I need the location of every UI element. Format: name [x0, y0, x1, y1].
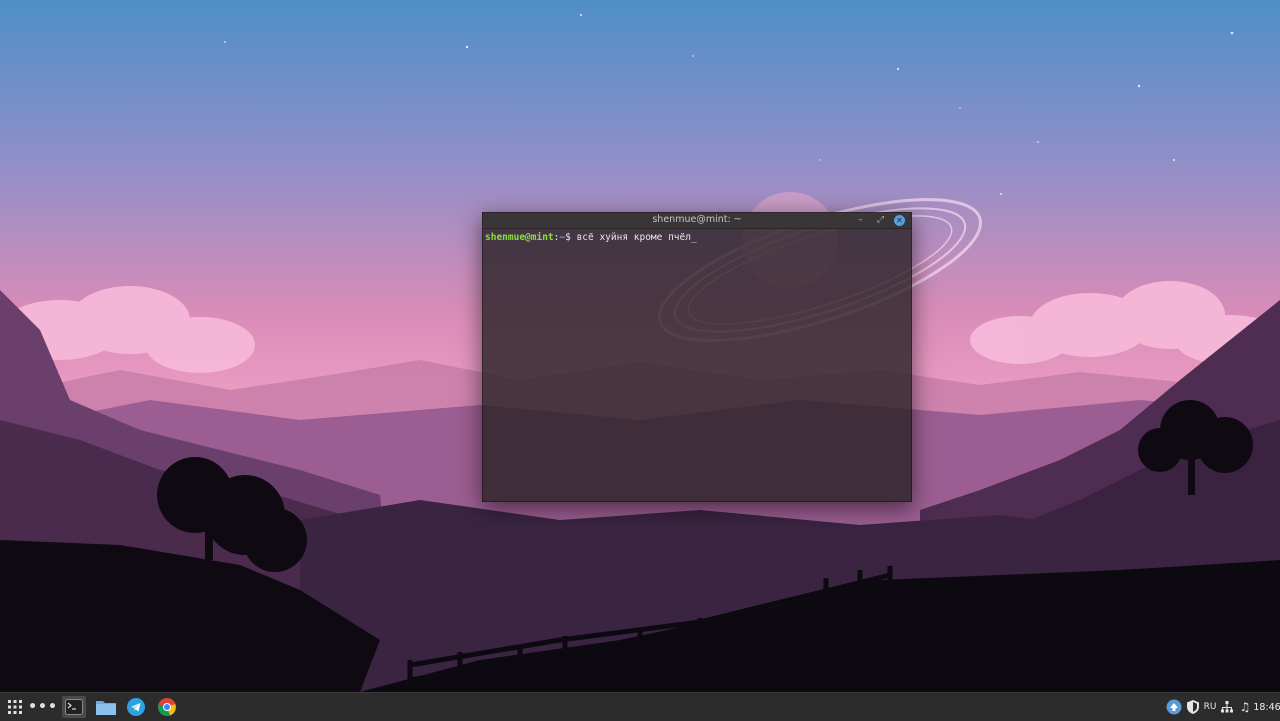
sound-icon[interactable]: ♫ — [1238, 697, 1252, 717]
show-desktop-icon[interactable]: ••• — [28, 696, 57, 718]
window-title: shenmue@mint: ~ — [652, 214, 742, 225]
telegram-icon[interactable] — [125, 696, 147, 718]
terminal-window[interactable]: shenmue@mint: ~ – ⤢ ✕ shenmue@mint:~$ вс… — [482, 212, 912, 502]
terminal-titlebar[interactable]: shenmue@mint: ~ – ⤢ ✕ — [483, 213, 911, 229]
taskbar: ••• RU ♫ 18:46 — [0, 692, 1280, 721]
close-button[interactable]: ✕ — [894, 215, 905, 226]
cursor: _ — [690, 232, 697, 243]
shield-icon[interactable] — [1186, 697, 1200, 717]
files-icon[interactable] — [95, 696, 117, 718]
prompt-sign: $ — [565, 232, 577, 243]
terminal-icon[interactable] — [62, 696, 86, 718]
clock[interactable]: 18:46 — [1253, 697, 1280, 717]
keyboard-layout-indicator[interactable]: RU — [1202, 697, 1218, 717]
chrome-icon[interactable] — [156, 696, 178, 718]
update-manager-icon[interactable] — [1165, 697, 1183, 717]
prompt-user: shenmue@mint — [485, 232, 554, 243]
terminal-output[interactable]: shenmue@mint:~$ всё хуйня кроме пчёл_ — [483, 229, 911, 246]
maximize-button[interactable]: ⤢ — [875, 215, 886, 226]
command-text: всё хуйня кроме пчёл — [576, 232, 691, 243]
network-icon[interactable] — [1220, 697, 1234, 717]
minimize-button[interactable]: – — [855, 215, 866, 226]
apps-menu-icon[interactable] — [5, 696, 25, 718]
